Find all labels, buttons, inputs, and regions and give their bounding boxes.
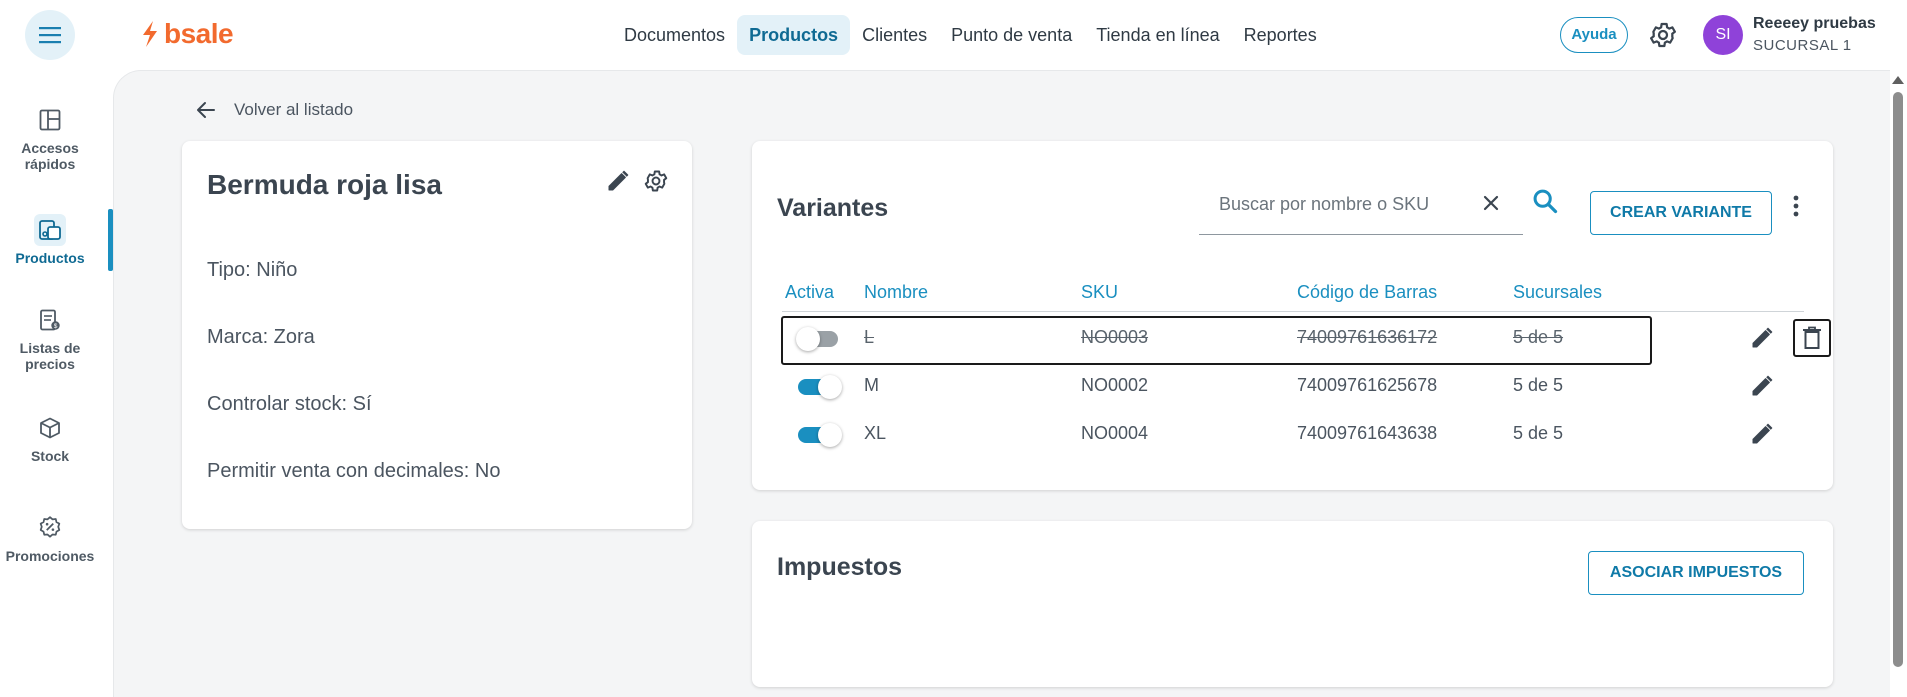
user-branch: SUCURSAL 1 [1753, 37, 1852, 54]
table-row: L NO0003 74009761636172 5 de 5 [782, 314, 1831, 362]
sidebar-item-label: Productos [15, 250, 85, 266]
scroll-thumb[interactable] [1893, 92, 1903, 667]
variant-sku: NO0003 [1081, 327, 1149, 347]
edit-variant-button[interactable] [1748, 324, 1776, 352]
product-actions [604, 167, 670, 195]
sidebar-item-label: Promociones [5, 548, 95, 564]
sidebar-item-listas-de-precios[interactable]: $ Listas de precios [0, 304, 100, 372]
discount-icon [34, 512, 66, 544]
sidebar-item-label: Stock [30, 448, 70, 464]
arrow-left-icon [197, 102, 215, 118]
variant-barcode: 74009761643638 [1297, 423, 1438, 443]
toggle-knob [818, 375, 842, 399]
sidebar: Accesos rápidos Productos $ Listas de pr… [0, 70, 113, 697]
gear-icon [644, 170, 668, 192]
logo[interactable]: bsale [140, 18, 234, 50]
sidebar-item-accesos-rapidos[interactable]: Accesos rápidos [0, 104, 100, 172]
column-header-nombre: Nombre [864, 282, 929, 302]
edit-product-button[interactable] [604, 167, 632, 195]
taxes-title: Impuestos [777, 553, 903, 581]
pencil-icon [1752, 327, 1773, 348]
column-header-sku: SKU [1081, 282, 1119, 302]
product-stock-control: Controlar stock: Sí [207, 393, 372, 415]
close-icon[interactable] [1479, 191, 1503, 215]
variant-sku: NO0004 [1081, 423, 1149, 443]
svg-text:$: $ [54, 323, 58, 330]
active-toggle[interactable] [796, 374, 842, 399]
nav-item-punto-de-venta[interactable]: Punto de venta [939, 15, 1084, 55]
table-row: XL NO0004 74009761643638 5 de 5 [782, 410, 1804, 458]
user-name: Reeeey pruebas [1753, 15, 1876, 32]
menu-icon [39, 27, 61, 44]
product-settings-button[interactable] [642, 167, 670, 195]
variant-sku: NO0002 [1081, 375, 1149, 395]
sidebar-item-label: Listas de precios [19, 340, 81, 372]
variant-barcode: 74009761625678 [1297, 375, 1438, 395]
price-list-icon: $ [34, 304, 66, 336]
variants-title: Variantes [777, 194, 889, 222]
product-brand: Marca: Zora [207, 326, 315, 348]
variants-table-header: Activa Nombre SKU Código de Barras Sucur… [782, 282, 1804, 312]
variants-card: Variantes CREAR VARIANTE Activa Nombre S… [752, 141, 1833, 490]
trash-icon [1803, 326, 1821, 349]
pencil-icon [1752, 423, 1773, 444]
column-header-sucursales: Sucursales [1513, 282, 1603, 302]
variant-branches: 5 de 5 [1513, 423, 1564, 443]
column-header-activa: Activa [785, 282, 835, 302]
back-to-list-link[interactable]: Volver al listado [194, 98, 353, 122]
variant-branches: 5 de 5 [1513, 327, 1564, 347]
delete-variant-button[interactable] [1793, 319, 1831, 357]
variant-search-input[interactable] [1199, 189, 1469, 219]
hamburger-menu-button[interactable] [25, 10, 75, 60]
toggle-knob [796, 327, 820, 351]
avatar[interactable]: SI [1703, 15, 1743, 55]
nav-item-clientes[interactable]: Clientes [850, 15, 939, 55]
create-variant-button[interactable]: CREAR VARIANTE [1590, 191, 1772, 235]
variant-name: M [864, 375, 879, 395]
edit-variant-button[interactable] [1748, 420, 1776, 448]
top-bar: bsale Documentos Productos Clientes Punto d… [0, 0, 1907, 70]
pencil-icon [608, 170, 629, 191]
sidebar-item-promociones[interactable]: Promociones [0, 512, 100, 564]
back-label: Volver al listado [234, 100, 354, 119]
variant-search [1199, 177, 1523, 235]
more-vert-icon [1793, 195, 1799, 217]
product-decimal-sale: Permitir venta con decimales: No [207, 460, 501, 482]
product-title: Bermuda roja lisa [207, 169, 442, 200]
table-row: M NO0002 74009761625678 5 de 5 [782, 362, 1804, 410]
bolt-logo-icon [143, 21, 157, 47]
variant-name: XL [864, 423, 887, 443]
logo-text: bsale [164, 18, 234, 49]
scroll-up-arrow[interactable] [1892, 76, 1904, 84]
sidebar-item-stock[interactable]: Stock [0, 412, 100, 464]
nav-item-reportes[interactable]: Reportes [1232, 15, 1329, 55]
nav-item-tienda-en-linea[interactable]: Tienda en línea [1084, 15, 1231, 55]
active-toggle[interactable] [796, 422, 842, 447]
page-scrollbar[interactable] [1890, 70, 1907, 697]
product-type: Tipo: Niño [207, 259, 298, 281]
gear-icon[interactable] [1648, 20, 1678, 50]
sidebar-item-label: Accesos rápidos [21, 140, 79, 172]
variant-name: L [864, 327, 875, 347]
column-header-codigo-barras: Código de Barras [1297, 282, 1438, 302]
associate-taxes-button[interactable]: ASOCIAR IMPUESTOS [1588, 551, 1804, 595]
edit-variant-button[interactable] [1748, 372, 1776, 400]
pencil-icon [1752, 375, 1773, 396]
box-icon [34, 412, 66, 444]
nav-item-documentos[interactable]: Documentos [612, 15, 737, 55]
search-icon[interactable] [1531, 187, 1559, 215]
more-options-button[interactable] [1786, 191, 1806, 221]
main-nav: Documentos Productos Clientes Punto de vent… [612, 15, 1329, 55]
help-button[interactable]: Ayuda [1560, 17, 1628, 53]
variant-branches: 5 de 5 [1513, 375, 1564, 395]
toggle-knob [818, 423, 842, 447]
sidebar-item-productos[interactable]: Productos [0, 214, 100, 266]
product-card: Bermuda roja lisa Tipo: Niño Marca: Zora… [182, 141, 692, 529]
dashboard-icon [34, 104, 66, 136]
products-icon [34, 214, 66, 246]
active-toggle[interactable] [796, 326, 840, 351]
taxes-card: Impuestos ASOCIAR IMPUESTOS [752, 521, 1833, 687]
nav-item-productos[interactable]: Productos [737, 15, 851, 55]
variant-barcode: 74009761636172 [1297, 327, 1438, 347]
